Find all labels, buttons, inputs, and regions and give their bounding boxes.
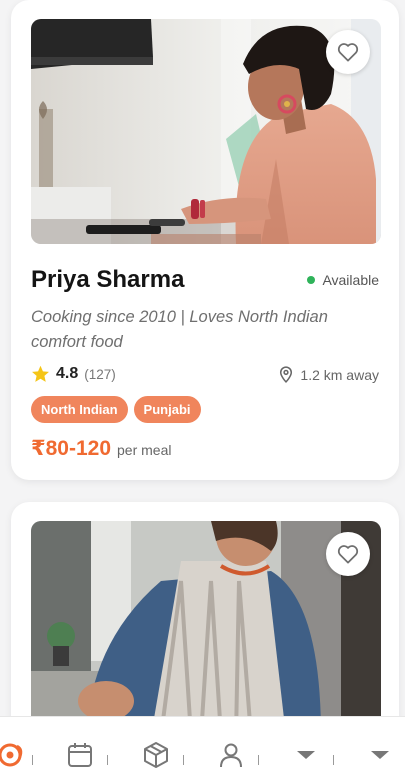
location-pin-icon — [280, 366, 293, 383]
chef-bio: Cooking since 2010 | Loves North Indian … — [31, 308, 328, 351]
tab-home[interactable] — [0, 737, 30, 773]
tab-divider — [32, 755, 33, 765]
chef-name: Priya Sharma — [31, 266, 185, 293]
chef-card[interactable]: Priya Sharma Available Cooking since 201… — [11, 0, 399, 480]
price-amount: ₹80-120 — [31, 437, 112, 460]
cuisine-tag[interactable]: Punjabi — [133, 396, 201, 423]
tab-orders[interactable] — [138, 737, 174, 773]
favorite-button[interactable] — [326, 30, 370, 74]
status-dot — [307, 276, 316, 284]
chevron-down-icon — [297, 751, 315, 759]
profile-icon — [220, 743, 242, 768]
price-range: ₹80-120 per meal — [31, 436, 171, 461]
chef-card[interactable] — [11, 502, 399, 716]
availability-status: Available — [307, 272, 379, 288]
tab-more[interactable] — [362, 737, 398, 773]
chef-photo — [31, 19, 381, 244]
cuisine-tags: North Indian Punjabi — [31, 396, 201, 423]
star-icon — [32, 365, 49, 382]
package-icon — [144, 742, 168, 768]
distance-label: 1.2 km away — [300, 366, 379, 383]
chef-photo — [31, 521, 381, 716]
bottom-tab-bar — [0, 716, 405, 784]
home-logo-icon — [0, 743, 23, 767]
tab-profile[interactable] — [213, 737, 249, 773]
chef-distance: 1.2 km away — [279, 366, 379, 383]
chevron-down-icon — [371, 751, 389, 759]
tab-divider — [333, 755, 334, 765]
favorite-button[interactable] — [326, 532, 370, 576]
chef-list[interactable]: Priya Sharma Available Cooking since 201… — [0, 0, 405, 716]
cuisine-tag[interactable]: North Indian — [31, 396, 128, 423]
rating-score: 4.8 — [56, 365, 79, 382]
price-unit: per meal — [117, 442, 172, 458]
chef-rating: 4.8 (127) — [31, 365, 116, 383]
status-label: Available — [322, 272, 379, 288]
calendar-icon — [68, 743, 92, 767]
tab-divider — [107, 755, 108, 765]
tab-divider — [183, 755, 184, 765]
tab-divider — [258, 755, 259, 765]
heart-outline-icon — [337, 545, 359, 564]
heart-outline-icon — [337, 43, 359, 62]
tab-calendar[interactable] — [62, 737, 98, 773]
review-count: (127) — [84, 366, 116, 382]
tab-more[interactable] — [288, 737, 324, 773]
